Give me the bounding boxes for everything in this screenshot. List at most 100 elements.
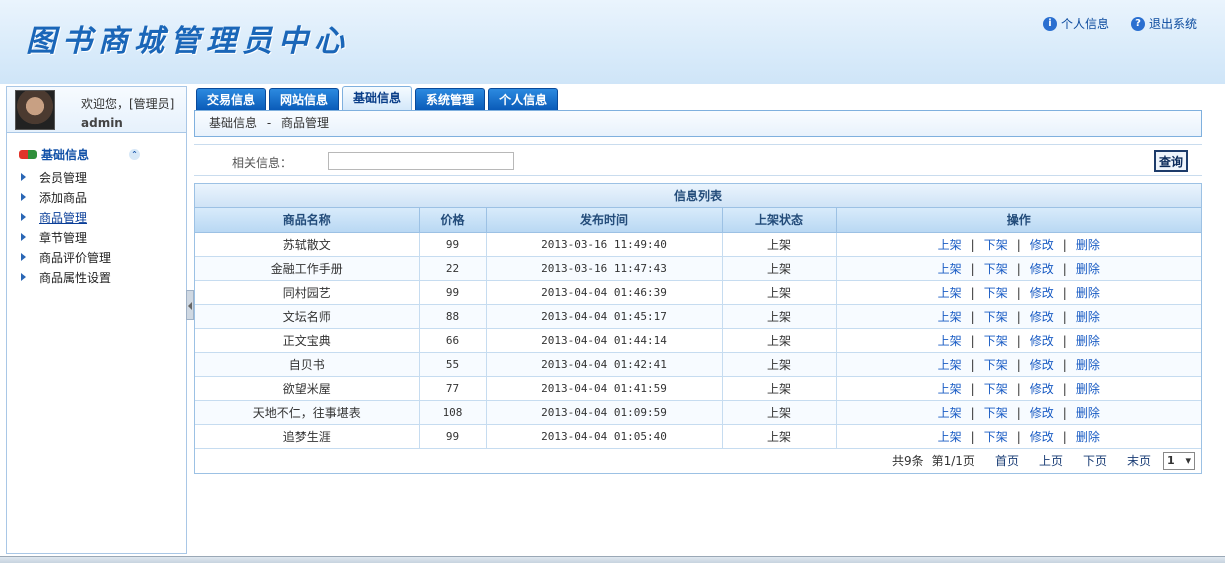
cell-date: 2013-04-04 01:41:59 bbox=[486, 376, 723, 401]
cell-name: 天地不仁，往事堪表 bbox=[195, 400, 420, 425]
search-button[interactable]: 查询 bbox=[1154, 150, 1188, 172]
section-flag-icon bbox=[19, 150, 37, 159]
cell-price: 77 bbox=[419, 376, 487, 401]
tab-personal[interactable]: 个人信息 bbox=[488, 88, 559, 110]
table-row: 天地不仁，往事堪表 108 2013-04-04 01:09:59 上架 上架 | 下架 | 修… bbox=[195, 400, 1201, 425]
op-edit-link[interactable]: 修改 bbox=[1030, 382, 1054, 396]
sidebar-section-header[interactable]: 基础信息 ⌃ bbox=[19, 146, 186, 163]
breadcrumb: 基础信息 - 商品管理 bbox=[194, 110, 1202, 137]
column-header-date: 发布时间 bbox=[486, 208, 723, 233]
pager-next[interactable]: 下页 bbox=[1083, 452, 1107, 469]
pagination: 共9条 第1/1页 首页 上页 下页 末页 1 ▾ bbox=[195, 448, 1201, 473]
search-input[interactable] bbox=[328, 152, 514, 170]
op-unpublish-link[interactable]: 下架 bbox=[984, 358, 1008, 372]
cell-status: 上架 bbox=[722, 256, 837, 281]
sidebar-item-members[interactable]: 会员管理 bbox=[7, 167, 186, 187]
column-header-name: 商品名称 bbox=[195, 208, 420, 233]
sidebar-item-attributes[interactable]: 商品属性设置 bbox=[7, 267, 186, 287]
op-unpublish-link[interactable]: 下架 bbox=[984, 310, 1008, 324]
op-unpublish-link[interactable]: 下架 bbox=[984, 238, 1008, 252]
op-delete-link[interactable]: 删除 bbox=[1076, 286, 1100, 300]
table-row: 追梦生涯 99 2013-04-04 01:05:40 上架 上架 | 下架 | 修改 | 删除 bbox=[195, 424, 1201, 449]
cell-name: 欲望米屋 bbox=[195, 376, 420, 401]
op-delete-link[interactable]: 删除 bbox=[1076, 358, 1100, 372]
op-publish-link[interactable]: 上架 bbox=[938, 286, 962, 300]
top-links: i 个人信息 ? 退出系统 bbox=[1042, 15, 1197, 32]
cell-actions: 上架 | 下架 | 修改 | 删除 bbox=[836, 256, 1201, 281]
op-publish-link[interactable]: 上架 bbox=[938, 238, 962, 252]
op-separator: | bbox=[970, 309, 975, 324]
welcome-text: 欢迎您，[管理员] bbox=[81, 97, 175, 111]
sidebar-item-chapters[interactable]: 章节管理 bbox=[7, 227, 186, 247]
sidebar-item-label: 商品评价管理 bbox=[39, 250, 112, 265]
op-unpublish-link[interactable]: 下架 bbox=[984, 430, 1008, 444]
op-edit-link[interactable]: 修改 bbox=[1030, 406, 1054, 420]
sidebar-item-reviews[interactable]: 商品评价管理 bbox=[7, 247, 186, 267]
table-row: 金融工作手册 22 2013-03-16 11:47:43 上架 上架 | 下架 | 修改 | 删除 bbox=[195, 256, 1201, 281]
profile-link[interactable]: i 个人信息 bbox=[1042, 15, 1109, 32]
op-edit-link[interactable]: 修改 bbox=[1030, 262, 1054, 276]
table-row: 自贝书 55 2013-04-04 01:42:41 上架 上架 | 下架 | 修改 | 删除 bbox=[195, 352, 1201, 377]
op-edit-link[interactable]: 修改 bbox=[1030, 286, 1054, 300]
op-separator: | bbox=[970, 381, 975, 396]
op-delete-link[interactable]: 删除 bbox=[1076, 238, 1100, 252]
op-unpublish-link[interactable]: 下架 bbox=[984, 286, 1008, 300]
cell-actions: 上架 | 下架 | 修改 | 删除 bbox=[836, 304, 1201, 329]
op-unpublish-link[interactable]: 下架 bbox=[984, 406, 1008, 420]
op-publish-link[interactable]: 上架 bbox=[938, 358, 962, 372]
op-publish-link[interactable]: 上架 bbox=[938, 406, 962, 420]
op-publish-link[interactable]: 上架 bbox=[938, 430, 962, 444]
cell-price: 22 bbox=[419, 256, 487, 281]
op-unpublish-link[interactable]: 下架 bbox=[984, 262, 1008, 276]
op-delete-link[interactable]: 删除 bbox=[1076, 334, 1100, 348]
op-delete-link[interactable]: 删除 bbox=[1076, 262, 1100, 276]
logout-link[interactable]: ? 退出系统 bbox=[1130, 15, 1197, 32]
op-edit-link[interactable]: 修改 bbox=[1030, 358, 1054, 372]
op-publish-link[interactable]: 上架 bbox=[938, 334, 962, 348]
op-publish-link[interactable]: 上架 bbox=[938, 262, 962, 276]
collapse-icon[interactable]: ⌃ bbox=[129, 149, 141, 160]
table-row: 文坛名师 88 2013-04-04 01:45:17 上架 上架 | 下架 | 修改 | 删除 bbox=[195, 304, 1201, 329]
pager-prev[interactable]: 上页 bbox=[1039, 452, 1063, 469]
op-separator: | bbox=[1016, 237, 1021, 252]
search-label: 相关信息： bbox=[232, 156, 293, 170]
tab-system[interactable]: 系统管理 bbox=[415, 88, 486, 110]
op-delete-link[interactable]: 删除 bbox=[1076, 406, 1100, 420]
sidebar-item-add-product[interactable]: 添加商品 bbox=[7, 187, 186, 207]
page-select[interactable]: 1 ▾ bbox=[1163, 451, 1195, 470]
column-header-actions: 操作 bbox=[836, 208, 1201, 233]
op-publish-link[interactable]: 上架 bbox=[938, 382, 962, 396]
sidebar-item-label: 添加商品 bbox=[39, 190, 88, 205]
op-delete-link[interactable]: 删除 bbox=[1076, 310, 1100, 324]
info-icon: i bbox=[1042, 16, 1057, 31]
cell-actions: 上架 | 下架 | 修改 | 删除 bbox=[836, 352, 1201, 377]
op-edit-link[interactable]: 修改 bbox=[1030, 334, 1054, 348]
op-edit-link[interactable]: 修改 bbox=[1030, 238, 1054, 252]
pager-first[interactable]: 首页 bbox=[995, 452, 1019, 469]
op-edit-link[interactable]: 修改 bbox=[1030, 310, 1054, 324]
sidebar-item-label: 商品管理 bbox=[39, 210, 88, 225]
app-logo: 图书商城管理员中心 bbox=[26, 24, 350, 59]
user-box: 欢迎您，[管理员] admin bbox=[7, 87, 186, 133]
op-separator: | bbox=[970, 405, 975, 420]
sidebar-item-product-management[interactable]: 商品管理 bbox=[7, 207, 186, 227]
tab-basic-info[interactable]: 基础信息 bbox=[342, 86, 413, 110]
table-row: 正文宝典 66 2013-04-04 01:44:14 上架 上架 | 下架 | 修改 | 删除 bbox=[195, 328, 1201, 353]
cell-date: 2013-03-16 11:47:43 bbox=[486, 256, 723, 281]
sidebar-toggle-handle[interactable] bbox=[186, 290, 194, 320]
op-unpublish-link[interactable]: 下架 bbox=[984, 334, 1008, 348]
tab-transactions[interactable]: 交易信息 bbox=[196, 88, 267, 110]
op-delete-link[interactable]: 删除 bbox=[1076, 430, 1100, 444]
op-delete-link[interactable]: 删除 bbox=[1076, 382, 1100, 396]
product-table: 信息列表 商品名称 价格 发布时间 上架状态 操作 苏轼散文 99 2013-03-… bbox=[194, 183, 1202, 474]
op-edit-link[interactable]: 修改 bbox=[1030, 430, 1054, 444]
sidebar: 欢迎您，[管理员] admin 基础信息 ⌃ 会员管理 添加商品 商品管理 章节… bbox=[6, 86, 187, 554]
pager-last[interactable]: 末页 bbox=[1127, 452, 1151, 469]
op-publish-link[interactable]: 上架 bbox=[938, 310, 962, 324]
cell-status: 上架 bbox=[722, 280, 837, 305]
op-separator: | bbox=[970, 429, 975, 444]
op-separator: | bbox=[1062, 357, 1067, 372]
op-unpublish-link[interactable]: 下架 bbox=[984, 382, 1008, 396]
op-separator: | bbox=[970, 237, 975, 252]
tab-site-info[interactable]: 网站信息 bbox=[269, 88, 340, 110]
